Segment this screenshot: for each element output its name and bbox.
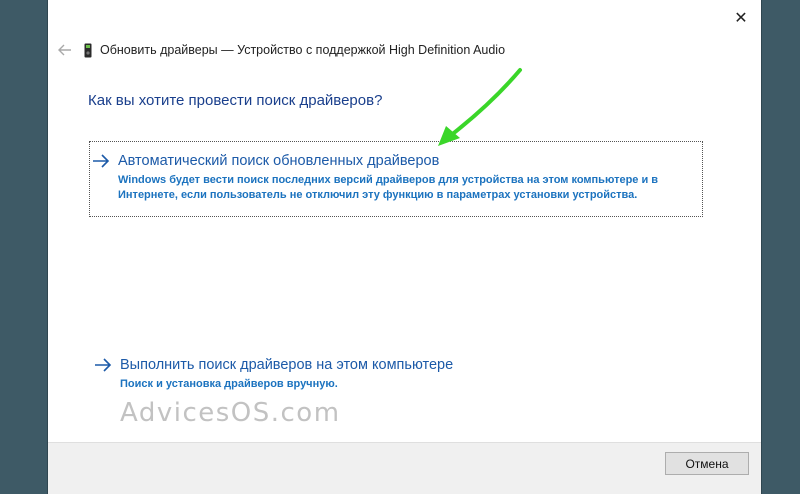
window-title: Обновить драйверы — Устройство с поддерж… — [100, 43, 506, 57]
annotation-arrow — [438, 68, 522, 146]
back-arrow-icon — [58, 44, 71, 56]
browse-computer-description: Поиск и установка драйверов вручную. — [120, 378, 338, 390]
close-button[interactable]: ✕ — [727, 4, 755, 30]
back-button[interactable] — [54, 39, 76, 61]
browse-computer-option-body: Выполнить поиск драйверов на этом компью… — [120, 356, 453, 392]
dialog-header: Обновить драйверы — Устройство с поддерж… — [48, 36, 761, 64]
auto-search-description: Windows будет вести поиск последних верс… — [118, 173, 658, 203]
browse-computer-option[interactable]: Выполнить поиск драйверов на этом компью… — [92, 356, 692, 392]
audio-device-icon — [84, 42, 94, 58]
page-question: Как вы хотите провести поиск драйверов? — [88, 92, 383, 109]
auto-search-title: Автоматический поиск обновленных драйвер… — [118, 153, 440, 169]
close-icon: ✕ — [734, 7, 748, 27]
update-drivers-dialog: ✕ Обновить драйверы — Устройство с подде… — [48, 0, 761, 494]
right-arrow-icon — [92, 152, 114, 173]
auto-search-description-line-2: Интернете, если пользователь не отключил… — [118, 189, 638, 201]
watermark: AdvicesOS.com — [120, 398, 341, 428]
right-arrow-icon — [94, 356, 116, 377]
auto-search-option[interactable]: Автоматический поиск обновленных драйвер… — [89, 141, 703, 217]
cancel-button[interactable]: Отмена — [665, 452, 749, 475]
auto-search-option-body: Автоматический поиск обновленных драйвер… — [118, 152, 658, 203]
dialog-footer: Отмена — [48, 442, 761, 494]
browse-computer-title: Выполнить поиск драйверов на этом компью… — [120, 357, 454, 373]
auto-search-description-line-1: Windows будет вести поиск последних верс… — [118, 174, 659, 186]
